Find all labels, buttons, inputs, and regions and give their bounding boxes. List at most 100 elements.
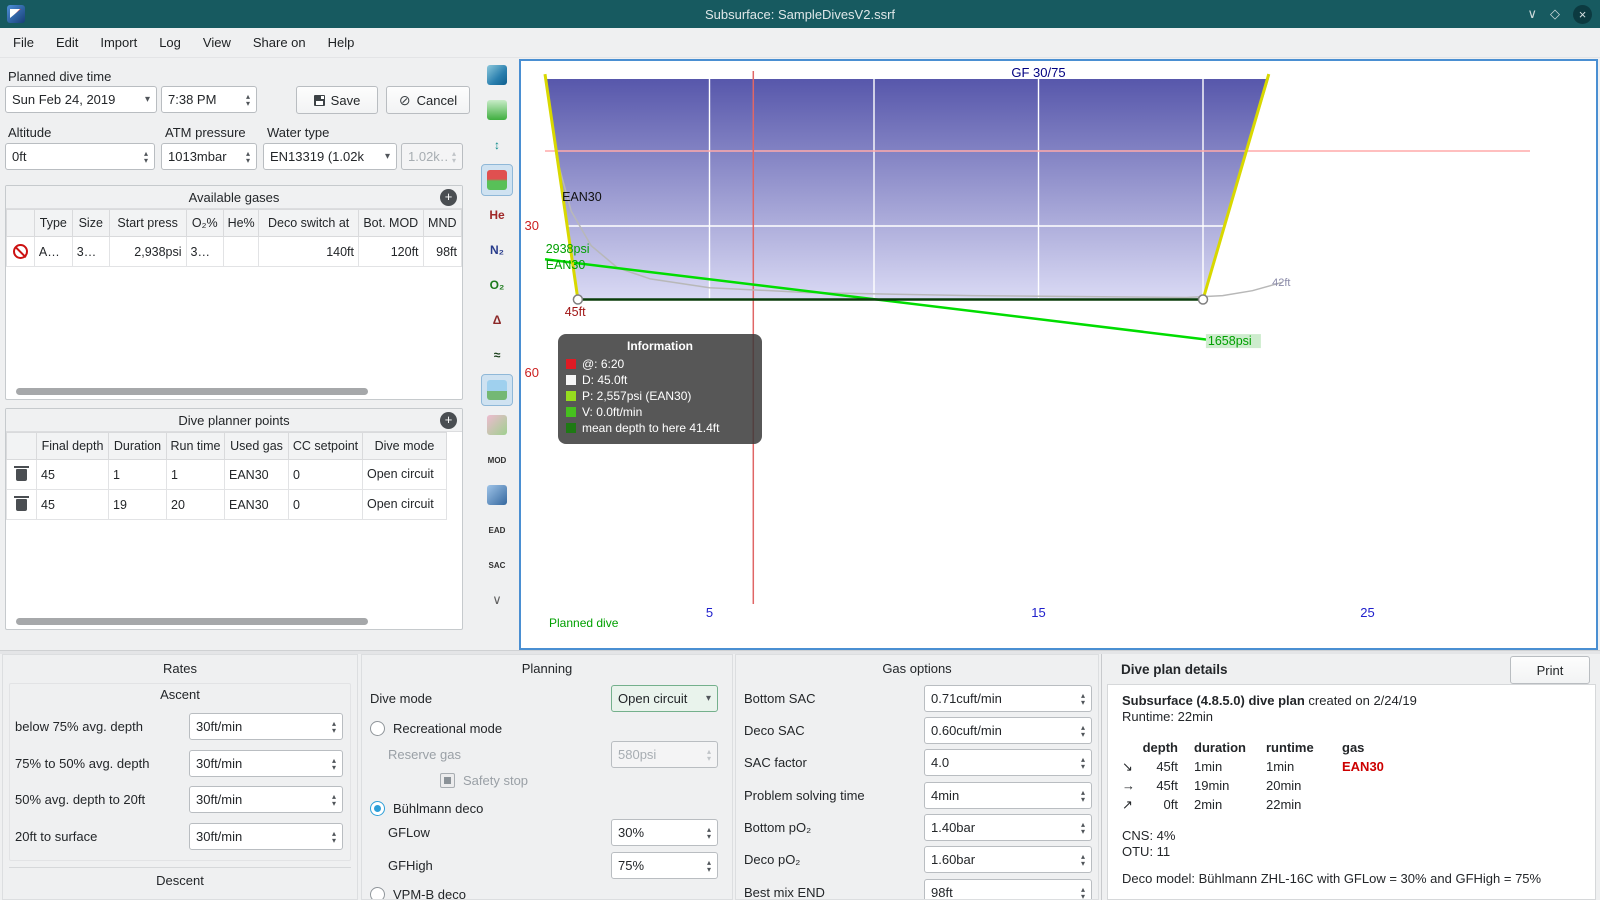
table-row[interactable]: 45 19 20 EAN30 0 Open circuit bbox=[6, 489, 447, 520]
ascent-rate-spinbox[interactable]: 30ft/min ▴ ▾ bbox=[189, 823, 343, 850]
column-header[interactable]: Final depth bbox=[36, 432, 109, 460]
spinner-arrows-icon[interactable]: ▴ ▾ bbox=[1081, 788, 1085, 803]
gflow-spinbox[interactable]: 30% ▴ ▾ bbox=[611, 819, 718, 846]
buhlmann-deco-radio[interactable]: Bühlmann deco bbox=[370, 801, 483, 816]
cell[interactable]: 140ft bbox=[258, 236, 359, 267]
ead-icon[interactable]: EAD bbox=[482, 515, 512, 545]
dive-master-icon[interactable] bbox=[482, 480, 512, 510]
minimize-icon[interactable]: ∨ bbox=[1527, 6, 1537, 22]
cell[interactable]: 3… bbox=[185, 236, 224, 267]
gas-option-spinbox[interactable]: 1.40bar ▴ ▾ bbox=[924, 814, 1092, 841]
delete-gas-icon[interactable] bbox=[12, 244, 28, 260]
cell[interactable]: 1 bbox=[108, 459, 167, 490]
column-header[interactable]: Bot. MOD bbox=[358, 209, 424, 237]
photos-icon[interactable] bbox=[481, 374, 513, 406]
ascent-rate-spinbox[interactable]: 30ft/min ▴ ▾ bbox=[189, 713, 343, 740]
spinner-arrows-icon[interactable]: ▴ ▾ bbox=[246, 149, 250, 164]
points-horizontal-scrollbar[interactable] bbox=[16, 618, 368, 625]
gfhigh-spinbox[interactable]: 75% ▴ ▾ bbox=[611, 852, 718, 879]
save-button[interactable]: Save bbox=[296, 86, 378, 114]
gas-option-spinbox[interactable]: 0.71cuft/min ▴ ▾ bbox=[924, 685, 1092, 712]
tts-graph-icon[interactable]: Δ bbox=[482, 305, 512, 335]
cell[interactable]: 20 bbox=[166, 489, 225, 520]
cell[interactable] bbox=[222, 236, 260, 267]
cancel-button[interactable]: ⊘ Cancel bbox=[386, 86, 470, 114]
gas-option-spinbox[interactable]: 1.60bar ▴ ▾ bbox=[924, 846, 1092, 873]
cell[interactable]: 3… bbox=[71, 236, 110, 267]
dive-time-spinbox[interactable]: 7:38 PM ▴ ▾ bbox=[161, 86, 257, 113]
spinner-arrows-icon[interactable]: ▴ ▾ bbox=[1081, 691, 1085, 706]
spinner-arrows-icon[interactable]: ▴ ▾ bbox=[707, 858, 711, 873]
print-button[interactable]: Print bbox=[1510, 656, 1590, 684]
gas-option-spinbox[interactable]: 0.60cuft/min ▴ ▾ bbox=[924, 717, 1092, 744]
column-header[interactable]: Dive mode bbox=[362, 432, 447, 460]
spinner-arrows-icon[interactable]: ▴ ▾ bbox=[1081, 885, 1085, 899]
ascent-rate-spinbox[interactable]: 30ft/min ▴ ▾ bbox=[189, 750, 343, 777]
recreational-mode-radio[interactable]: Recreational mode bbox=[370, 721, 502, 736]
menu-help[interactable]: Help bbox=[317, 28, 366, 58]
water-type-combo[interactable]: EN13319 (1.02k ▾ bbox=[263, 143, 397, 170]
he-graph-icon[interactable]: He bbox=[482, 200, 512, 230]
altitude-spinbox[interactable]: 0ft ▴ ▾ bbox=[5, 143, 155, 170]
menu-share-on[interactable]: Share on bbox=[242, 28, 317, 58]
cell[interactable]: Open circuit bbox=[362, 459, 447, 490]
table-row[interactable]: 45 1 1 EAN30 0 Open circuit bbox=[6, 459, 447, 490]
menu-edit[interactable]: Edit bbox=[45, 28, 89, 58]
waypoint-handle[interactable] bbox=[1197, 294, 1209, 305]
mod-icon[interactable]: MOD bbox=[482, 445, 512, 475]
cell[interactable]: EAN30 bbox=[224, 459, 289, 490]
cell[interactable]: 120ft bbox=[358, 236, 424, 267]
o2-graph-icon[interactable]: O₂ bbox=[482, 270, 512, 300]
maximize-icon[interactable]: ◇ bbox=[1550, 6, 1560, 22]
cell[interactable]: Open circuit bbox=[362, 489, 447, 520]
cell[interactable]: 0 bbox=[288, 489, 363, 520]
cell[interactable]: 45 bbox=[36, 459, 109, 490]
toolbar-scroll-down-icon[interactable]: ∨ bbox=[482, 585, 512, 615]
add-gas-button[interactable]: + bbox=[440, 189, 457, 206]
add-point-button[interactable]: + bbox=[440, 412, 457, 429]
menu-view[interactable]: View bbox=[192, 28, 242, 58]
column-header[interactable]: Start press bbox=[108, 209, 187, 237]
gas-option-spinbox[interactable]: 4min ▴ ▾ bbox=[924, 782, 1092, 809]
gas-option-spinbox[interactable]: 4.0 ▴ ▾ bbox=[924, 749, 1092, 776]
spinner-arrows-icon[interactable]: ▴ ▾ bbox=[1081, 852, 1085, 867]
menu-log[interactable]: Log bbox=[148, 28, 192, 58]
waypoint-handle[interactable] bbox=[572, 294, 584, 305]
cell[interactable]: 45 bbox=[36, 489, 109, 520]
table-row[interactable]: A… 3… 2,938psi 3… 140ft 120ft 98ft bbox=[6, 236, 462, 267]
vpmb-deco-radio[interactable]: VPM-B deco bbox=[370, 887, 466, 899]
close-icon[interactable]: × bbox=[1573, 4, 1592, 24]
column-header[interactable]: Deco switch at bbox=[258, 209, 359, 237]
cell[interactable]: 1 bbox=[166, 459, 225, 490]
spinner-arrows-icon[interactable]: ▴ ▾ bbox=[1081, 820, 1085, 835]
atm-pressure-spinbox[interactable]: 1013mbar ▴ ▾ bbox=[161, 143, 257, 170]
safety-stop-checkbox[interactable]: Safety stop bbox=[440, 773, 528, 788]
cell[interactable]: 2,938psi bbox=[108, 236, 187, 267]
spinner-arrows-icon[interactable]: ▴ ▾ bbox=[1081, 723, 1085, 738]
delete-point-icon[interactable] bbox=[14, 496, 29, 512]
column-header[interactable]: Duration bbox=[108, 432, 167, 460]
spinner-arrows-icon[interactable]: ▴ ▾ bbox=[332, 719, 336, 734]
spinner-arrows-icon[interactable]: ▴ ▾ bbox=[246, 92, 250, 107]
spinner-arrows-icon[interactable]: ▴ ▾ bbox=[332, 829, 336, 844]
cell[interactable]: 19 bbox=[108, 489, 167, 520]
sac-icon[interactable]: SAC bbox=[482, 550, 512, 580]
pn2-graph-icon[interactable] bbox=[482, 95, 512, 125]
cell[interactable]: A… bbox=[33, 236, 73, 267]
dive-date-combo[interactable]: Sun Feb 24, 2019 ▾ bbox=[5, 86, 157, 113]
column-header[interactable]: CC setpoint bbox=[288, 432, 363, 460]
spinner-arrows-icon[interactable]: ▴ ▾ bbox=[332, 756, 336, 771]
column-header[interactable]: Size bbox=[71, 209, 110, 237]
spinner-arrows-icon[interactable]: ▴ ▾ bbox=[332, 792, 336, 807]
n2-graph-icon[interactable]: N₂ bbox=[482, 235, 512, 265]
column-header[interactable]: He% bbox=[222, 209, 260, 237]
column-header[interactable]: O₂% bbox=[185, 209, 224, 237]
spinner-arrows-icon[interactable]: ▴ ▾ bbox=[707, 825, 711, 840]
dive-profile-chart[interactable]: 30 60 5 15 25 EAN30 2938psi EAN30 45ft 1658psi 42f… bbox=[519, 59, 1598, 650]
menu-file[interactable]: File bbox=[2, 28, 45, 58]
dc-ceiling-icon[interactable]: ↕ bbox=[482, 130, 512, 160]
ascent-rate-spinbox[interactable]: 30ft/min ▴ ▾ bbox=[189, 786, 343, 813]
menu-import[interactable]: Import bbox=[89, 28, 148, 58]
delete-point-icon[interactable] bbox=[14, 466, 29, 482]
calculated-ceiling-icon[interactable] bbox=[481, 164, 513, 196]
